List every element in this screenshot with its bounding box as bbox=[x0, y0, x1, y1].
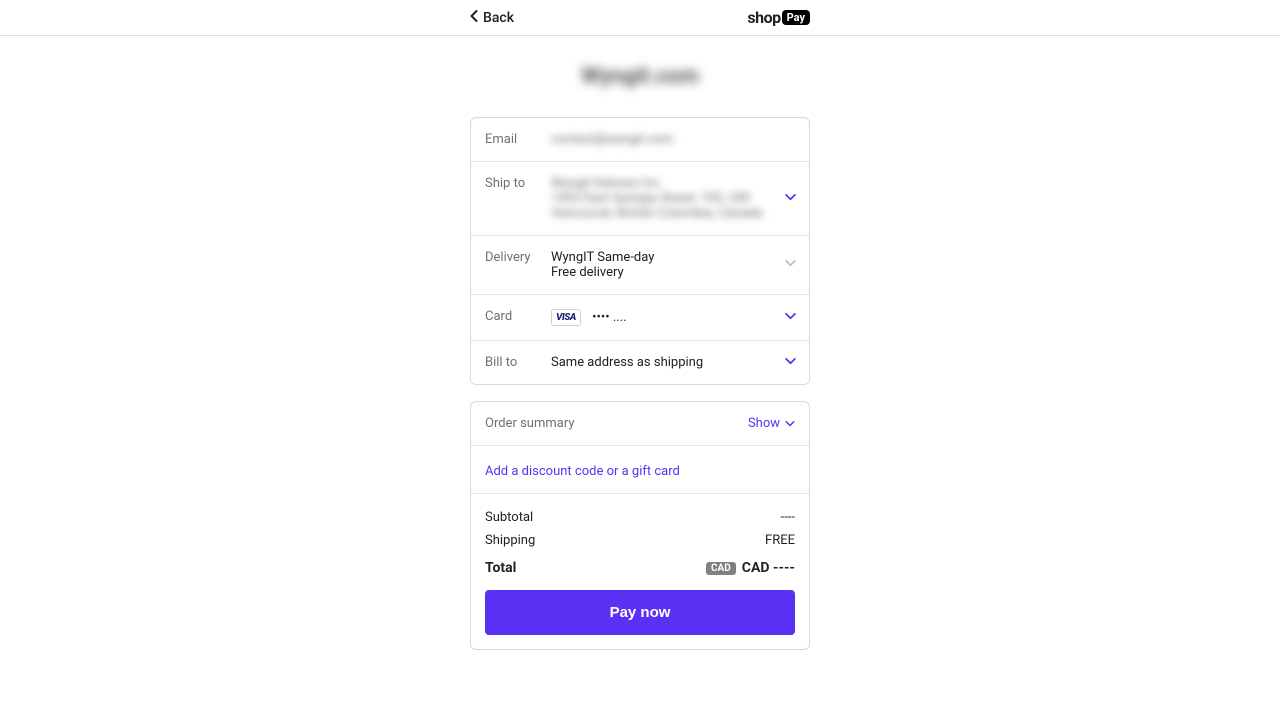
summary-label: Order summary bbox=[485, 416, 575, 431]
totals-section: Subtotal ---- Shipping FREE Total CAD CA… bbox=[471, 494, 809, 649]
show-summary-button[interactable]: Show bbox=[748, 416, 795, 431]
delivery-line2: Free delivery bbox=[551, 265, 795, 280]
visa-brand: VISA bbox=[556, 312, 576, 323]
shipping-label: Shipping bbox=[485, 533, 535, 548]
store-name: Wyngit.com bbox=[470, 64, 810, 89]
card-mask: •••• .... bbox=[592, 310, 626, 325]
email-label: Email bbox=[485, 132, 551, 147]
subtotal-label: Subtotal bbox=[485, 510, 533, 525]
shop-pay-logo: shop Pay bbox=[747, 8, 810, 27]
checkout-info-card: Email contact@wyngit.com Ship to Wyngit … bbox=[470, 117, 810, 385]
shipto-row[interactable]: Ship to Wyngit Delivery Inc 1453 East Ge… bbox=[471, 162, 809, 236]
subtotal-value: ---- bbox=[781, 510, 795, 525]
back-label: Back bbox=[483, 10, 514, 26]
card-row[interactable]: Card VISA •••• .... bbox=[471, 295, 809, 341]
delivery-row[interactable]: Delivery WyngIT Same-day Free delivery bbox=[471, 236, 809, 295]
currency-badge: CAD bbox=[706, 562, 736, 575]
chevron-down-icon bbox=[785, 260, 795, 270]
subtotal-line: Subtotal ---- bbox=[485, 506, 795, 529]
chevron-down-icon bbox=[785, 358, 795, 368]
delivery-label: Delivery bbox=[485, 250, 551, 280]
chevron-down-icon bbox=[785, 194, 795, 204]
back-button[interactable]: Back bbox=[470, 10, 514, 26]
billto-label: Bill to bbox=[485, 355, 551, 370]
chevron-down-icon bbox=[785, 416, 795, 431]
total-line: Total CAD CAD ---- bbox=[485, 556, 795, 580]
shop-pay-badge: Pay bbox=[782, 10, 810, 25]
email-value: contact@wyngit.com bbox=[551, 132, 795, 147]
shipto-line3: Vancouver, British Columbia, Canada bbox=[551, 206, 795, 221]
billto-row[interactable]: Bill to Same address as shipping bbox=[471, 341, 809, 384]
total-value: CAD ---- bbox=[742, 560, 795, 576]
pay-now-button[interactable]: Pay now bbox=[485, 590, 795, 635]
card-label: Card bbox=[485, 309, 551, 326]
shipto-line1: Wyngit Delivery Inc bbox=[551, 176, 795, 191]
shipto-value: Wyngit Delivery Inc 1453 East Georgia St… bbox=[551, 176, 795, 221]
delivery-value: WyngIT Same-day Free delivery bbox=[551, 250, 795, 280]
order-summary-card: Order summary Show Add a discount code o… bbox=[470, 401, 810, 650]
billto-value: Same address as shipping bbox=[551, 355, 795, 370]
show-label: Show bbox=[748, 416, 780, 431]
card-value: VISA •••• .... bbox=[551, 309, 795, 326]
shipto-label: Ship to bbox=[485, 176, 551, 221]
visa-icon: VISA bbox=[551, 309, 581, 326]
chevron-left-icon bbox=[470, 10, 479, 26]
email-row: Email contact@wyngit.com bbox=[471, 118, 809, 162]
delivery-line1: WyngIT Same-day bbox=[551, 250, 795, 265]
discount-link[interactable]: Add a discount code or a gift card bbox=[485, 464, 680, 479]
shipping-line: Shipping FREE bbox=[485, 529, 795, 552]
total-label: Total bbox=[485, 560, 516, 576]
shop-pay-prefix: shop bbox=[747, 8, 780, 27]
shipto-line2: 1453 East Georgia Street, 105, 249 bbox=[551, 191, 795, 206]
chevron-down-icon bbox=[785, 313, 795, 323]
shipping-value: FREE bbox=[765, 533, 795, 548]
summary-header: Order summary Show bbox=[471, 402, 809, 446]
